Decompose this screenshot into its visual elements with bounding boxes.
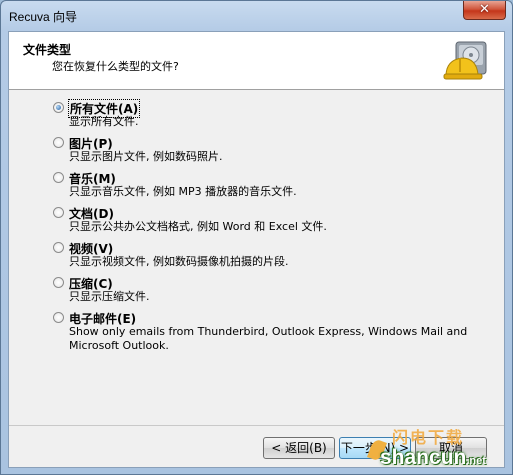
page-title: 文件类型 — [23, 43, 72, 57]
watermark-top-text: 闪电下载 — [392, 428, 465, 447]
option-description: 只显示图片文件, 例如数码照片. — [69, 150, 223, 163]
radio-music[interactable] — [53, 172, 64, 183]
watermark-main-text: shancun.net — [380, 446, 486, 470]
watermark-tld: .net — [466, 455, 486, 467]
back-button[interactable]: < 返回(B) — [263, 437, 335, 459]
page-subtitle: 您在恢复什么类型的文件? — [52, 60, 179, 73]
option-description: 显示所有文件. — [69, 115, 139, 128]
site-watermark: 闪电下载 shancun.net — [367, 422, 513, 475]
wizard-window: Recuva 向导 ✕ 文件类型 您在恢复什么类型的文件? 所有文件(A) 显示… — [0, 0, 513, 475]
radio-all-files[interactable] — [53, 102, 64, 113]
radio-pictures[interactable] — [53, 137, 64, 148]
radio-emails[interactable] — [53, 312, 64, 323]
option-documents[interactable]: 文档(D) 只显示公共办公文档格式, 例如 Word 和 Excel 文件. — [53, 205, 493, 240]
watermark-domain: shancun — [380, 446, 467, 469]
radio-compressed[interactable] — [53, 277, 64, 288]
option-all-files[interactable]: 所有文件(A) 显示所有文件. — [53, 99, 493, 135]
option-compressed[interactable]: 压缩(C) 只显示压缩文件. — [53, 275, 493, 310]
option-description: 只显示公共办公文档格式, 例如 Word 和 Excel 文件. — [69, 220, 327, 233]
wizard-header: 文件类型 您在恢复什么类型的文件? — [9, 32, 504, 90]
title-bar[interactable]: Recuva 向导 ✕ — [1, 1, 512, 31]
wizard-client-area: 文件类型 您在恢复什么类型的文件? 所有文件(A) 显示所有文件. 图片(P) — [8, 31, 505, 468]
option-description: 只显示音乐文件, 例如 MP3 播放器的音乐文件. — [69, 185, 297, 198]
option-description: Show only emails from Thunderbird, Outlo… — [69, 325, 468, 352]
option-video[interactable]: 视频(V) 只显示视频文件, 例如数码摄像机拍摄的片段. — [53, 240, 493, 275]
option-description: 只显示压缩文件. — [69, 290, 150, 303]
radio-video[interactable] — [53, 242, 64, 253]
close-button[interactable]: ✕ — [463, 1, 506, 20]
radio-documents[interactable] — [53, 207, 64, 218]
file-type-options: 所有文件(A) 显示所有文件. 图片(P) 只显示图片文件, 例如数码照片. 音… — [53, 99, 493, 352]
recuva-logo-icon — [443, 41, 487, 80]
option-description: 只显示视频文件, 例如数码摄像机拍摄的片段. — [69, 255, 289, 268]
option-pictures[interactable]: 图片(P) 只显示图片文件, 例如数码照片. — [53, 135, 493, 170]
window-title: Recuva 向导 — [9, 10, 78, 24]
option-emails[interactable]: 电子邮件(E) Show only emails from Thunderbir… — [53, 310, 493, 352]
option-music[interactable]: 音乐(M) 只显示音乐文件, 例如 MP3 播放器的音乐文件. — [53, 170, 493, 205]
